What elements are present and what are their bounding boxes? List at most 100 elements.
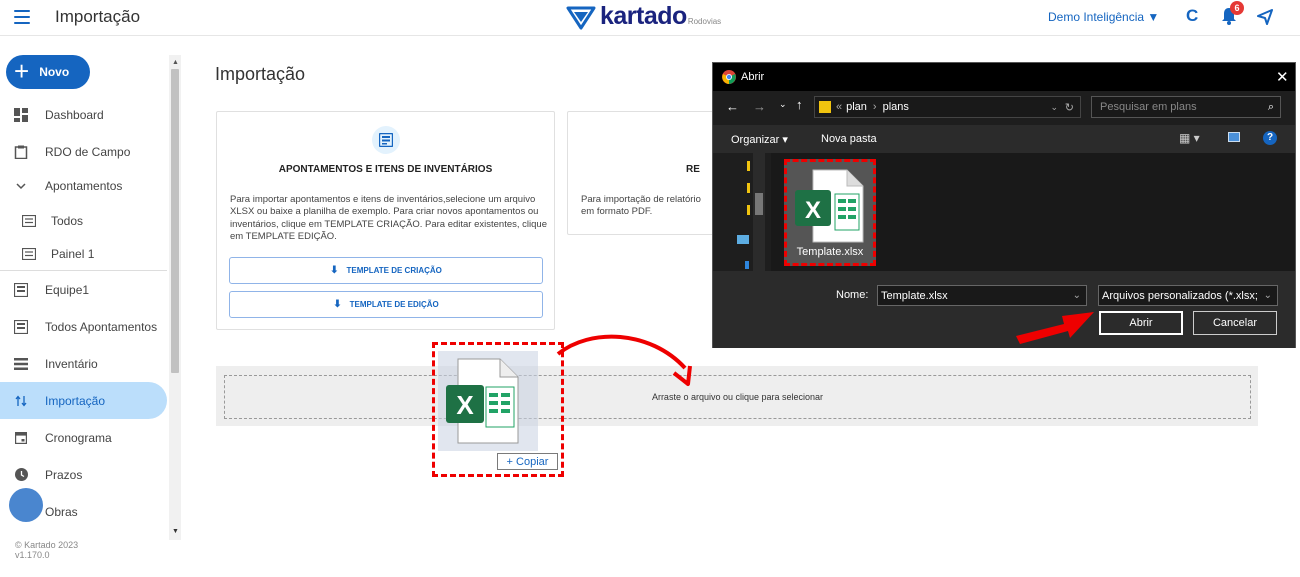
file-type-select[interactable]: Arquivos personalizados (*.xlsx; ⌄ bbox=[1098, 285, 1278, 306]
sidebar-item-label: Cronograma bbox=[45, 430, 112, 445]
computer-icon bbox=[737, 235, 749, 244]
menu-icon[interactable] bbox=[14, 10, 30, 24]
svg-text:X: X bbox=[805, 197, 821, 224]
folder-icon bbox=[747, 183, 750, 193]
kartado-logo: kartado Rodovias bbox=[566, 2, 721, 31]
logo-subtitle: Rodovias bbox=[687, 17, 722, 26]
file-name: Template.xlsx bbox=[796, 246, 864, 258]
file-list: X Template.xlsx bbox=[771, 153, 1295, 271]
import-icon bbox=[14, 394, 28, 408]
list-icon bbox=[372, 126, 400, 154]
scroll-down-icon[interactable]: ▼ bbox=[172, 528, 179, 535]
sidebar: + Novo Dashboard RDO de Campo Apontamento… bbox=[0, 37, 184, 577]
open-button[interactable]: Abrir bbox=[1099, 311, 1183, 335]
notification-badge: 6 bbox=[1230, 1, 1244, 15]
dialog-toolbar: Organizar ▾ Nova pasta ▦ ▾ ? bbox=[713, 125, 1295, 153]
folder-icon bbox=[747, 205, 750, 215]
template-create-button[interactable]: ⬇ TEMPLATE DE CRIAÇÃO bbox=[229, 257, 543, 284]
chrome-icon bbox=[722, 70, 736, 84]
sidebar-footer: © Kartado 2023 v1.170.0 bbox=[15, 540, 78, 560]
help-icon[interactable]: ? bbox=[1263, 131, 1277, 145]
copy-drop-tooltip: + Copiar bbox=[497, 453, 558, 470]
user-menu[interactable]: Demo Inteligência ▼ bbox=[1048, 10, 1159, 24]
file-name-value: Template.xlsx bbox=[881, 289, 948, 302]
back-arrow-icon[interactable]: ← bbox=[726, 99, 739, 114]
path-segment[interactable]: plans bbox=[883, 101, 909, 113]
sidebar-item-label: RDO de Campo bbox=[45, 144, 131, 159]
address-bar[interactable]: « plan › plans ↻ ⌄ bbox=[814, 96, 1081, 118]
search-placeholder: Pesquisar em plans bbox=[1100, 101, 1197, 113]
sidebar-scroll-thumb[interactable] bbox=[171, 69, 179, 373]
sidebar-item-dashboard[interactable]: Dashboard bbox=[0, 96, 167, 133]
clock-icon bbox=[14, 468, 28, 482]
path-prefix: « bbox=[836, 101, 843, 113]
file-name-field[interactable]: Template.xlsx ⌄ bbox=[877, 285, 1087, 306]
path-segment[interactable]: plan bbox=[846, 101, 867, 113]
dialog-footer: Nome: Template.xlsx ⌄ Arquivos personali… bbox=[713, 271, 1295, 348]
sidebar-item-equipe1[interactable]: Equipe1 bbox=[0, 271, 167, 308]
list-icon bbox=[14, 282, 28, 297]
calendar-icon bbox=[14, 431, 28, 445]
card-title: APONTAMENTOS E ITENS DE INVENTÁRIOS bbox=[278, 164, 493, 175]
template-edit-button[interactable]: ⬇ TEMPLATE DE EDIÇÃO bbox=[229, 291, 543, 318]
sidebar-item-label: Painel 1 bbox=[51, 247, 95, 261]
refresh-icon[interactable]: C bbox=[1186, 6, 1198, 26]
dialog-titlebar: Abrir ✕ bbox=[713, 63, 1295, 91]
sidebar-item-label: Importação bbox=[45, 393, 106, 408]
sidebar-item-label: Inventário bbox=[45, 356, 98, 371]
help-chat-button[interactable] bbox=[9, 488, 43, 522]
file-dropzone[interactable]: Arraste o arquivo ou clique para selecio… bbox=[224, 375, 1251, 419]
sidebar-item-label: Prazos bbox=[45, 467, 83, 482]
navigation-scroll-thumb[interactable] bbox=[755, 193, 763, 215]
file-open-dialog: Abrir ✕ ← → ⌄ ↑ « plan › plans ↻ ⌄ Pesqu… bbox=[712, 62, 1296, 348]
excel-file-icon: X bbox=[795, 169, 864, 243]
new-button[interactable]: + Novo bbox=[6, 55, 90, 89]
close-icon[interactable]: ✕ bbox=[1276, 68, 1289, 86]
up-arrow-icon[interactable]: ↑ bbox=[796, 97, 803, 112]
plus-icon: + bbox=[14, 56, 30, 86]
list-icon bbox=[14, 319, 28, 334]
chevron-down-icon[interactable]: ⌄ bbox=[1073, 290, 1081, 301]
cancel-button[interactable]: Cancelar bbox=[1193, 311, 1277, 335]
sidebar-item-painel-1[interactable]: Painel 1 bbox=[0, 237, 167, 271]
logo-text: kartado bbox=[600, 2, 687, 30]
sidebar-item-importacao[interactable]: Importação bbox=[0, 382, 167, 419]
scroll-up-icon[interactable]: ▲ bbox=[172, 59, 179, 66]
sidebar-item-label: Todos Apontamentos bbox=[45, 319, 158, 334]
refresh-icon[interactable]: ↻ bbox=[1065, 101, 1074, 114]
app-title: Importação bbox=[55, 7, 141, 26]
search-icon: ⌕ bbox=[1267, 100, 1274, 113]
dashboard-icon bbox=[14, 107, 28, 122]
file-name-label: Nome: bbox=[836, 289, 869, 301]
chevron-down-icon[interactable]: ⌄ bbox=[1263, 290, 1272, 301]
sidebar-item-rdo[interactable]: RDO de Campo bbox=[0, 133, 167, 170]
chevron-down-icon[interactable]: ⌄ bbox=[1050, 102, 1058, 113]
dialog-navbar: ← → ⌄ ↑ « plan › plans ↻ ⌄ Pesquisar em … bbox=[713, 91, 1295, 125]
dropzone-label: Arraste o arquivo ou clique para selecio… bbox=[651, 392, 824, 402]
folder-icon bbox=[747, 161, 750, 171]
card-title: RE bbox=[686, 164, 700, 175]
new-folder-button[interactable]: Nova pasta bbox=[821, 133, 877, 145]
drive-icon bbox=[745, 261, 749, 269]
view-grid-icon[interactable]: ▦ ▾ bbox=[1179, 131, 1200, 145]
sidebar-item-label: Obras bbox=[45, 504, 78, 519]
forward-arrow-icon[interactable]: → bbox=[753, 99, 766, 114]
curved-arrow-annotation bbox=[556, 334, 692, 386]
download-icon: ⬇ bbox=[333, 299, 342, 310]
sidebar-item-cronograma[interactable]: Cronograma bbox=[0, 419, 167, 456]
inventory-icon bbox=[14, 357, 28, 371]
download-icon: ⬇ bbox=[330, 265, 339, 276]
card-description: Para importar apontamentos e itens de in… bbox=[230, 194, 547, 242]
sidebar-item-inventario[interactable]: Inventário bbox=[0, 345, 167, 382]
sidebar-item-apontamentos[interactable]: Apontamentos bbox=[0, 170, 167, 202]
organize-menu[interactable]: Organizar ▾ bbox=[731, 133, 788, 146]
sidebar-item-todos[interactable]: Todos bbox=[0, 204, 167, 238]
preview-pane-icon[interactable] bbox=[1228, 132, 1240, 142]
sidebar-item-label: Todos bbox=[51, 214, 84, 228]
recent-dropdown-icon[interactable]: ⌄ bbox=[779, 99, 787, 110]
search-input[interactable]: Pesquisar em plans ⌕ bbox=[1091, 96, 1281, 118]
send-icon[interactable] bbox=[1257, 9, 1273, 25]
file-item-template[interactable]: X Template.xlsx bbox=[784, 159, 876, 266]
navigation-pane[interactable] bbox=[713, 153, 771, 271]
sidebar-item-todos-apontamentos[interactable]: Todos Apontamentos bbox=[0, 308, 167, 345]
